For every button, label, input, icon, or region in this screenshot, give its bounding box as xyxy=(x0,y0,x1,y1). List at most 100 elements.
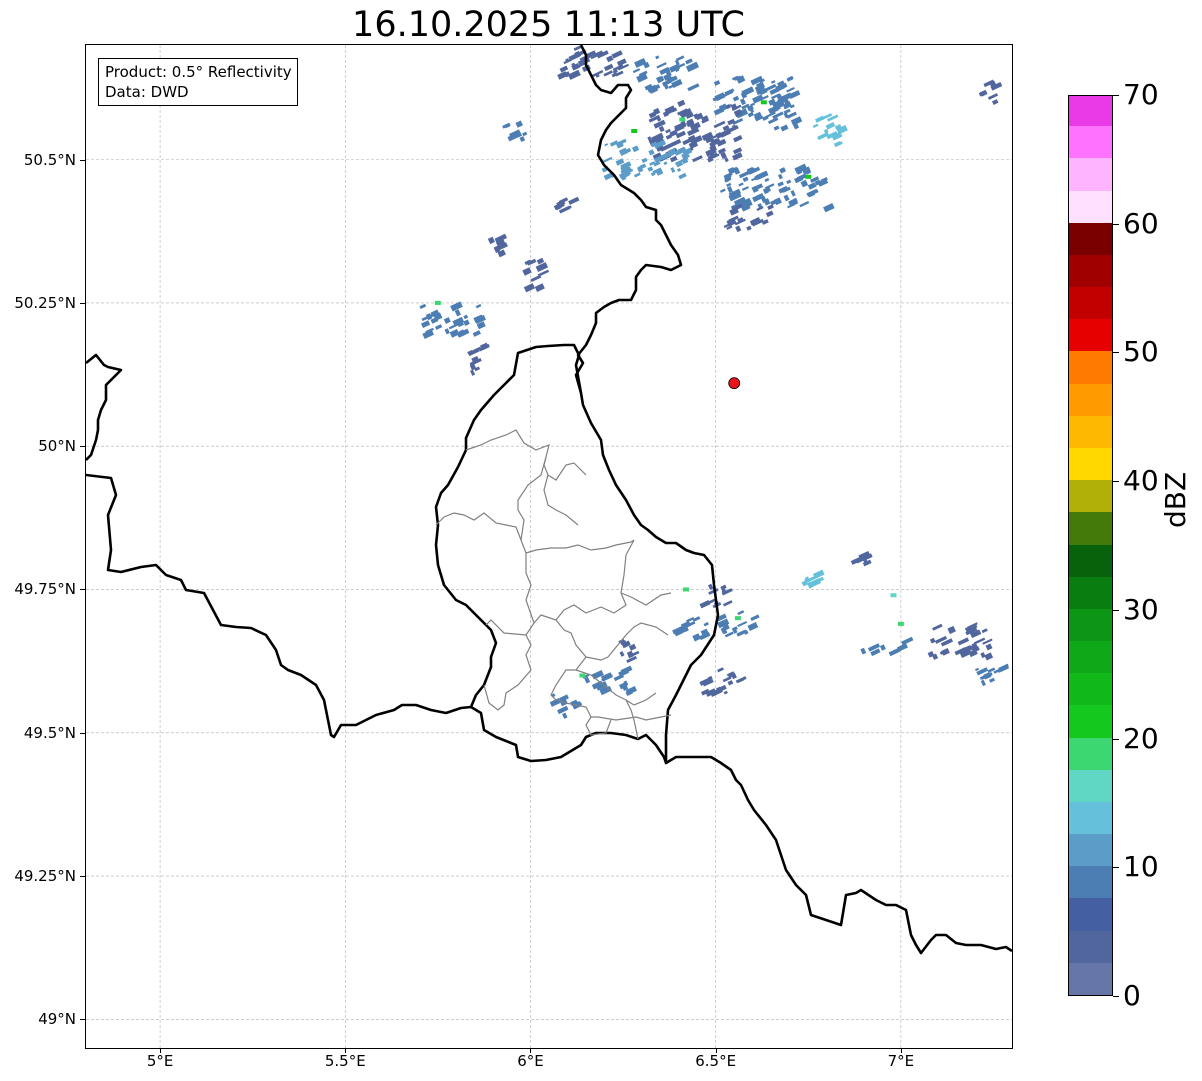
precip-pixel xyxy=(562,712,568,719)
precip-pixel xyxy=(788,89,801,99)
colorbar-segment xyxy=(1069,157,1112,191)
longitude-tick xyxy=(900,1048,902,1053)
precip-pixel xyxy=(957,637,970,646)
canton-borders xyxy=(435,429,672,740)
precip-pixel xyxy=(737,610,745,616)
precip-pixel xyxy=(632,68,641,74)
precip-pixel xyxy=(568,196,580,205)
precip-pixel xyxy=(980,679,986,687)
precip-pixel xyxy=(879,644,886,651)
colorbar-tick-label: 10 xyxy=(1123,850,1159,884)
precip-pixel xyxy=(984,652,994,661)
colorbar-segment xyxy=(1069,190,1112,223)
precip-pixel xyxy=(724,157,729,163)
precip-pixel xyxy=(767,204,774,210)
precip-pixel xyxy=(519,136,526,142)
latitude-tick xyxy=(80,876,85,878)
precip-pixel xyxy=(738,182,744,187)
longitude-tick xyxy=(530,1048,532,1053)
precip-pixel xyxy=(777,181,784,187)
precip-pixel xyxy=(742,176,749,182)
precip-pixel xyxy=(737,620,748,628)
precip-highlight xyxy=(805,174,812,179)
map-canvas[interactable] xyxy=(86,45,1012,1048)
colorbar-tick xyxy=(1113,223,1119,225)
precip-highlight xyxy=(631,128,638,133)
precip-pixel xyxy=(790,190,796,197)
longitude-label: 7°E xyxy=(887,1052,915,1070)
precip-pixel xyxy=(603,70,613,77)
precip-pixel xyxy=(676,168,681,172)
precip-pixel xyxy=(746,225,752,231)
precipitation-highlights xyxy=(434,100,904,678)
precip-pixel xyxy=(677,99,686,107)
precip-pixel xyxy=(719,188,726,193)
product-info-box: Product: 0.5° Reflectivity Data: DWD xyxy=(98,58,298,106)
precip-pixel xyxy=(669,155,678,163)
precip-pixel xyxy=(833,141,842,148)
latitude-label: 50.5°N xyxy=(23,150,76,169)
latitude-tick xyxy=(80,446,85,448)
precip-pixel xyxy=(807,182,817,190)
precip-pixel xyxy=(756,170,769,180)
precip-pixel xyxy=(619,651,625,657)
radar-site-marker[interactable] xyxy=(728,377,741,390)
precip-pixel xyxy=(901,636,914,646)
precip-pixel xyxy=(974,667,980,672)
colorbar-tick xyxy=(1113,481,1119,483)
colorbar-segment xyxy=(1069,897,1112,931)
colorbar-segment xyxy=(1069,511,1112,545)
precip-pixel xyxy=(823,203,835,213)
colorbar-segment xyxy=(1069,447,1112,481)
colorbar-segment xyxy=(1069,576,1112,609)
precip-pixel xyxy=(747,111,754,118)
colorbar-segment xyxy=(1069,865,1112,899)
precip-pixel xyxy=(420,320,431,328)
longitude-label: 6.5°E xyxy=(695,1052,737,1070)
latitude-label: 50.25°N xyxy=(14,293,76,312)
precip-pixel xyxy=(648,149,655,156)
longitude-label: 6°E xyxy=(517,1052,544,1070)
precip-pixel xyxy=(732,152,743,161)
precip-pixel xyxy=(741,86,755,97)
precip-pixel xyxy=(765,210,774,218)
colorbar-segment xyxy=(1069,672,1112,706)
precip-pixel xyxy=(692,155,703,163)
colorbar-label: dBZ xyxy=(1159,471,1192,528)
precip-pixel xyxy=(786,179,792,185)
precip-pixel xyxy=(557,705,569,715)
colorbar-segment xyxy=(1069,383,1112,416)
colorbar-segment xyxy=(1069,962,1112,995)
colorbar-segment xyxy=(1069,222,1112,255)
precip-pixel xyxy=(981,628,988,634)
colorbar-segment xyxy=(1069,769,1112,802)
colorbar-tick xyxy=(1113,738,1119,740)
precip-pixel xyxy=(475,303,482,309)
precip-pixel xyxy=(611,50,623,59)
map-panel[interactable]: Product: 0.5° Reflectivity Data: DWD xyxy=(85,44,1013,1049)
latitude-tick xyxy=(80,1019,85,1021)
latitude-label: 50°N xyxy=(38,437,76,456)
precip-pixel xyxy=(783,108,791,115)
colorbar-segment xyxy=(1069,415,1112,448)
precip-pixel xyxy=(800,179,809,188)
precip-pixel xyxy=(991,99,999,105)
precip-pixel xyxy=(932,623,943,631)
colorbar-segment xyxy=(1069,544,1112,577)
precip-pixel xyxy=(669,63,681,73)
precip-highlight xyxy=(579,673,586,678)
precip-highlight xyxy=(679,117,686,122)
precip-pixel xyxy=(534,283,545,293)
latitude-tick xyxy=(80,159,85,161)
precip-pixel xyxy=(434,324,443,330)
precip-pixel xyxy=(443,317,451,324)
precip-pixel xyxy=(985,643,993,651)
colorbar-segment xyxy=(1069,833,1112,867)
precip-highlight xyxy=(897,621,904,626)
colorbar-tick xyxy=(1113,609,1119,611)
precip-pixel xyxy=(449,328,460,338)
colorbar-segment xyxy=(1069,704,1112,738)
precip-pixel xyxy=(675,55,685,62)
latitude-label: 49°N xyxy=(38,1010,76,1029)
precip-pixel xyxy=(747,621,759,632)
